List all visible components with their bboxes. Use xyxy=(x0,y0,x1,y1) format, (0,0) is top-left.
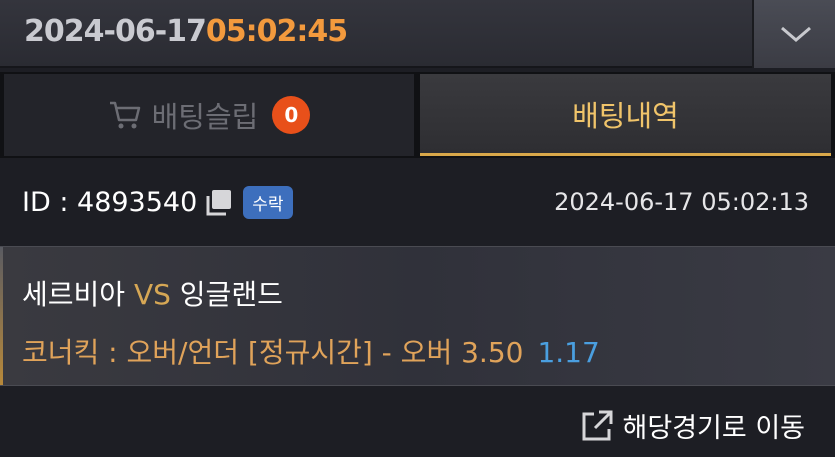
dropdown-button[interactable] xyxy=(752,0,835,68)
external-link-icon xyxy=(582,410,613,440)
tab-betting-history[interactable]: 배팅내역 xyxy=(420,74,831,156)
goto-match-link[interactable]: 해당경기로 이동 xyxy=(579,406,805,445)
bet-id-label: ID : 4893540 xyxy=(22,187,198,218)
copy-icon[interactable] xyxy=(203,188,233,218)
tab-betting-slip[interactable]: 배팅슬립 0 xyxy=(4,74,414,156)
bet-header: ID : 4893540 수락 2024-06-17 05:02:13 xyxy=(0,162,835,244)
bet-datetime: 2024-06-17 05:02:13 xyxy=(554,188,809,216)
cart-icon xyxy=(109,101,140,129)
tab-betting-history-label: 배팅내역 xyxy=(572,98,679,133)
market-selection: 코너킥 : 오버/언더 [정규시간] - 오버 3.50 xyxy=(22,336,524,369)
odds-value: 1.17 xyxy=(537,336,600,369)
slip-count-badge: 0 xyxy=(272,96,311,134)
market-line: 코너킥 : 오버/언더 [정규시간] - 오버 3.50 1.17 xyxy=(22,331,600,371)
tab-bar: 배팅슬립 0 배팅내역 xyxy=(0,72,835,158)
match-card: 세르비아 VS 잉글랜드 코너킥 : 오버/언더 [정규시간] - 오버 3.5… xyxy=(0,246,835,386)
tab-betting-slip-label: 배팅슬립 xyxy=(151,100,259,134)
current-time: 05:02:45 xyxy=(205,14,348,49)
chevron-down-icon xyxy=(781,26,811,42)
vs-label: VS xyxy=(133,278,171,311)
status-badge: 수락 xyxy=(243,186,293,219)
away-team: 잉글랜드 xyxy=(179,278,283,311)
current-datetime: 2024-06-1705:02:45 xyxy=(24,14,348,49)
home-team: 세르비아 xyxy=(22,278,126,311)
match-teams: 세르비아 VS 잉글랜드 xyxy=(22,273,283,313)
current-date: 2024-06-17 xyxy=(24,14,207,49)
top-bar: 2024-06-1705:02:45 xyxy=(0,0,835,68)
bet-id: ID : 4893540 수락 xyxy=(22,186,293,219)
goto-match-label: 해당경기로 이동 xyxy=(622,413,805,444)
